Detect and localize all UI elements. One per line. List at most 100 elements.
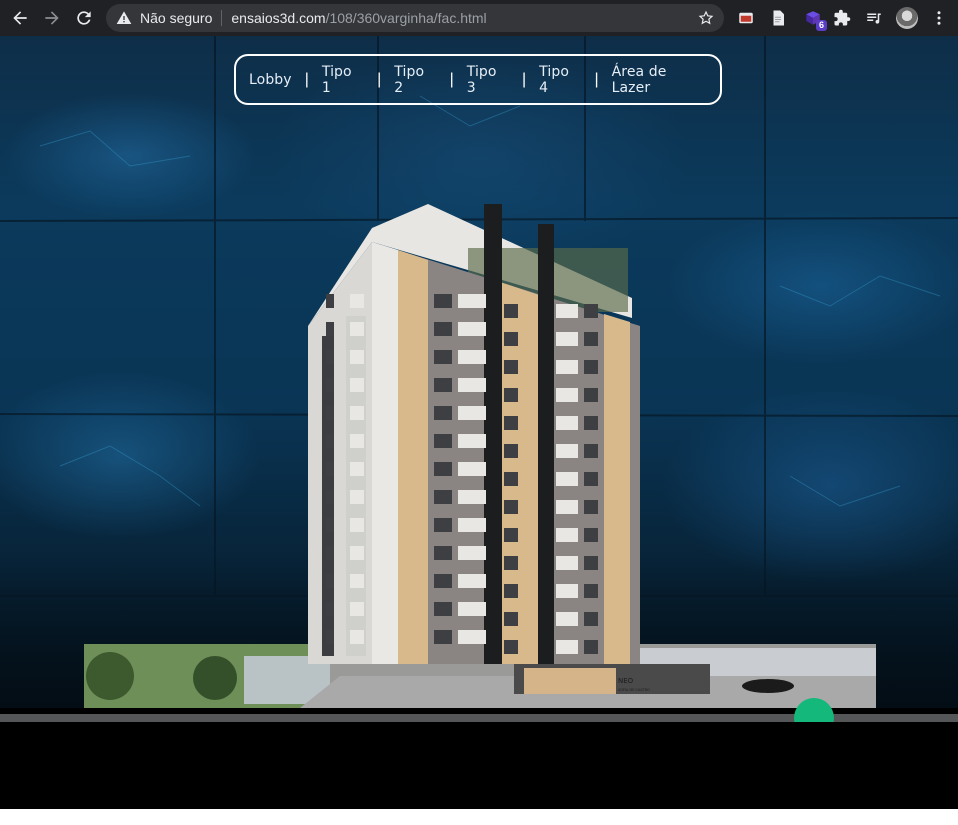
fin-right [538, 224, 554, 664]
building-render[interactable]: NEO SOFIA DE CASTRO [0, 36, 958, 716]
facade-window [434, 434, 452, 448]
facade-window [556, 528, 578, 542]
menu-lobby[interactable]: Lobby [236, 72, 305, 88]
facade-window [326, 294, 334, 308]
facade-window [350, 462, 364, 476]
facade-window [326, 322, 334, 336]
reload-icon [77, 11, 91, 25]
document-icon [773, 10, 784, 26]
facade-window [556, 472, 578, 486]
facade-window [326, 602, 334, 616]
menu-area-de-lazer[interactable]: Área de Lazer [599, 64, 720, 96]
facade-window [458, 574, 486, 588]
fin-left [484, 204, 502, 664]
facade-window [458, 322, 486, 336]
menu-tipo-3[interactable]: Tipo 3 [454, 64, 522, 96]
facade-window [434, 378, 452, 392]
facade-window [504, 584, 518, 598]
cast-button[interactable] [736, 8, 756, 28]
facade-window [584, 640, 598, 654]
facade-window [504, 500, 518, 514]
facade-window [350, 350, 364, 364]
facade-window [434, 406, 452, 420]
menu-tipo-2[interactable]: Tipo 2 [381, 64, 449, 96]
facade-window [350, 574, 364, 588]
menu-tipo-4[interactable]: Tipo 4 [526, 64, 594, 96]
facade-window [556, 332, 578, 346]
facade-window [458, 378, 486, 392]
facade-window [458, 630, 486, 644]
browser-menu-button[interactable] [929, 8, 949, 28]
facade-window [556, 416, 578, 430]
brick-panel-left [398, 250, 428, 664]
media-queue-button[interactable] [864, 8, 884, 28]
facade-window [556, 388, 578, 402]
facade-window [458, 350, 486, 364]
security-label[interactable]: Não seguro [140, 10, 212, 26]
facade-window [458, 602, 486, 616]
menu-tipo-1[interactable]: Tipo 1 [309, 64, 377, 96]
facade-window [584, 360, 598, 374]
facade-window [504, 528, 518, 542]
facade-window [458, 546, 486, 560]
facade-window [584, 584, 598, 598]
document-button[interactable] [768, 8, 788, 28]
facade-window [326, 406, 334, 420]
facade-window [434, 574, 452, 588]
browser-toolbar: Não seguro ensaios3d.com/108/360varginha… [0, 0, 958, 36]
facade-window [326, 378, 334, 392]
bottom-panel [0, 722, 958, 809]
facade-window [556, 584, 578, 598]
facade-window [350, 434, 364, 448]
facade-window [504, 556, 518, 570]
facade-window [350, 546, 364, 560]
facade-window [458, 294, 486, 308]
menu-dots-icon [937, 11, 941, 25]
url-host: ensaios3d.com [231, 10, 326, 26]
facade-window [504, 360, 518, 374]
facade-window [556, 640, 578, 654]
facade-window [584, 388, 598, 402]
address-divider [221, 10, 223, 26]
facade-window [434, 350, 452, 364]
extensions-button[interactable] [832, 8, 852, 28]
front-corner-white [372, 242, 398, 664]
facade-window [556, 444, 578, 458]
facade-window [556, 500, 578, 514]
facade-window [584, 472, 598, 486]
facade-window [434, 490, 452, 504]
facade-window [504, 332, 518, 346]
extension-badge-button[interactable]: 6 [803, 8, 827, 31]
forward-arrow-icon [45, 11, 59, 25]
facade-window [584, 612, 598, 626]
facade-window [326, 546, 334, 560]
brick-panel-right [604, 314, 630, 664]
url-text[interactable]: ensaios3d.com/108/360varginha/fac.html [231, 10, 486, 26]
facade-window [350, 322, 364, 336]
forward-button[interactable] [38, 4, 66, 32]
facade-window [584, 332, 598, 346]
facade-window [458, 434, 486, 448]
facade-window [556, 556, 578, 570]
facade-window [434, 462, 452, 476]
facade-window [434, 294, 452, 308]
facade-window [326, 518, 334, 532]
back-button[interactable] [6, 4, 34, 32]
star-icon[interactable] [698, 10, 714, 26]
reload-button[interactable] [70, 4, 98, 32]
facade-window [350, 406, 364, 420]
cast-icon [739, 12, 753, 24]
facade-window [350, 630, 364, 644]
facade-window [350, 378, 364, 392]
address-bar[interactable]: Não seguro ensaios3d.com/108/360varginha… [106, 4, 724, 32]
puzzle-icon [834, 9, 851, 26]
facade-window [584, 556, 598, 570]
facade-window [504, 612, 518, 626]
facade-window [584, 304, 598, 318]
facade-window [350, 518, 364, 532]
facade-window [504, 388, 518, 402]
facade-window [458, 406, 486, 420]
facade-window [434, 602, 452, 616]
profile-avatar[interactable] [896, 7, 918, 29]
extension-badge-count: 6 [815, 20, 827, 31]
